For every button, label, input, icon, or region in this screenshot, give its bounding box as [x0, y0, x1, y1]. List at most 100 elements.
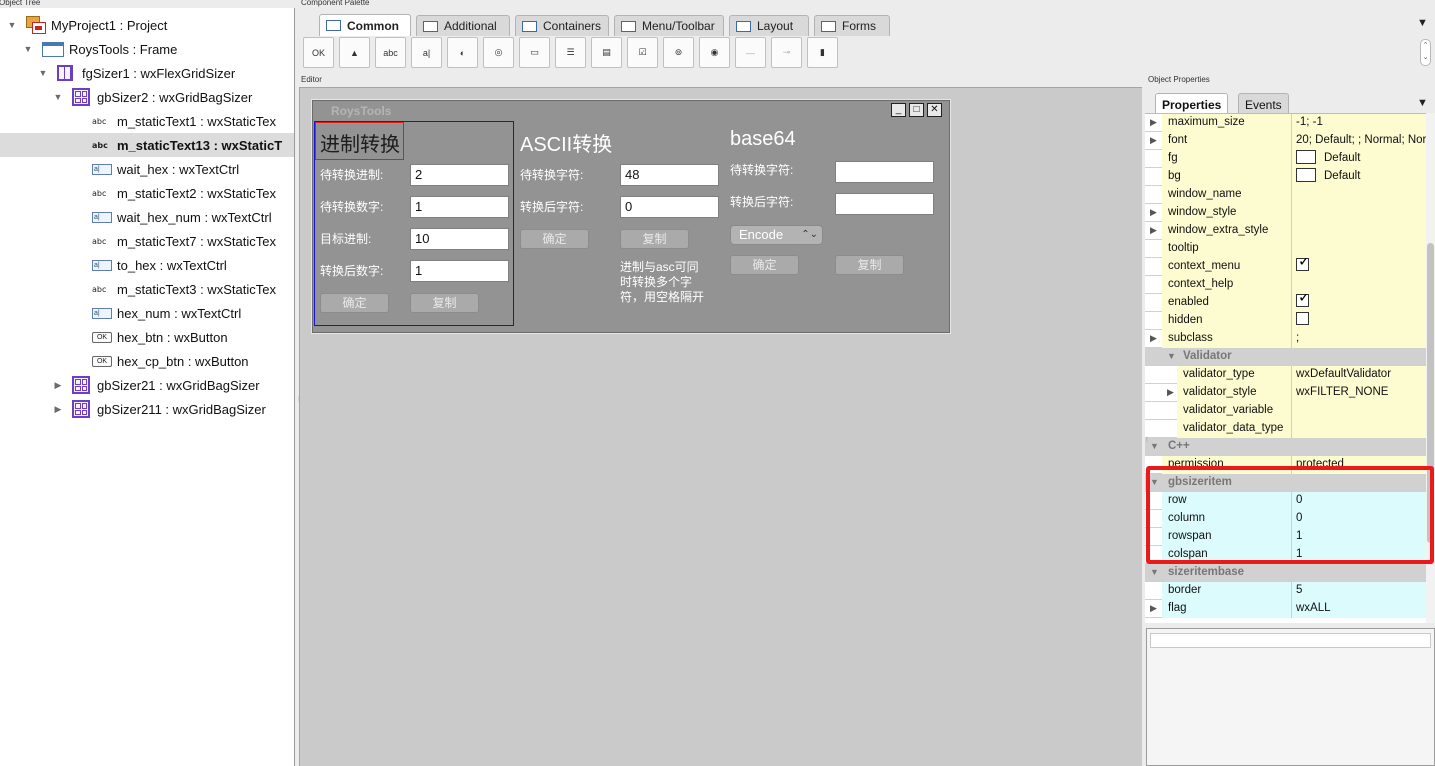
property-row-validator[interactable]: ▼ Validator — [1145, 348, 1426, 366]
property-row-window-extra-style[interactable]: ▶ window_extra_style — [1145, 222, 1426, 240]
tree-item[interactable]: ▼ gbSizer2 : wxGridBagSizer — [0, 85, 294, 109]
text-ctrl-tool-icon[interactable]: a| — [411, 37, 442, 68]
base64-confirm-button[interactable]: 确定 — [730, 255, 799, 275]
ascii-copy-button[interactable]: 复制 — [620, 229, 689, 249]
property-row-hidden[interactable]: hidden — [1145, 312, 1426, 330]
label-base64-result[interactable]: 转换后字符: — [730, 193, 793, 210]
to-hex-input[interactable]: 10 — [410, 228, 509, 250]
property-row-sizeritembase[interactable]: ▼ sizeritembase — [1145, 564, 1426, 582]
property-value[interactable]: -1; -1 — [1292, 114, 1426, 132]
collapse-arrow-icon[interactable]: ▼ — [1150, 438, 1160, 455]
tab-properties[interactable]: Properties — [1155, 93, 1229, 113]
property-value[interactable]: wxDefaultValidator — [1292, 366, 1426, 384]
collapse-arrow-icon[interactable] — [69, 283, 81, 295]
property-value[interactable] — [1292, 204, 1426, 222]
property-value[interactable] — [1292, 402, 1426, 420]
maximize-icon[interactable]: □ — [909, 103, 924, 117]
tab-additional[interactable]: Additional — [416, 15, 510, 36]
close-icon[interactable]: ✕ — [927, 103, 942, 117]
hex-num-input[interactable]: 1 — [410, 260, 509, 282]
collapse-arrow-icon[interactable] — [69, 211, 81, 223]
static-line-tool-icon[interactable]: — — [735, 37, 766, 68]
base64-result-input[interactable] — [835, 193, 934, 215]
property-row-window-name[interactable]: window_name — [1145, 186, 1426, 204]
property-value[interactable] — [1292, 276, 1426, 294]
property-row-border[interactable]: border 5 — [1145, 582, 1426, 600]
expand-arrow-icon[interactable]: ▶ — [1150, 600, 1160, 617]
tree-item[interactable]: a| wait_hex : wxTextCtrl — [0, 157, 294, 181]
collapse-arrow-icon[interactable]: ▼ — [1167, 348, 1177, 365]
collapse-arrow-icon[interactable] — [69, 235, 81, 247]
tab-forms[interactable]: Forms — [814, 15, 890, 36]
property-value[interactable]: ; — [1292, 330, 1426, 348]
tab-menu-toolbar[interactable]: Menu/Toolbar — [614, 15, 724, 36]
static-text-tool-icon[interactable]: abc — [375, 37, 406, 68]
encode-choice[interactable]: Encode ⌃⌄ — [730, 225, 823, 245]
property-value[interactable] — [1292, 186, 1426, 204]
property-row-validator-style[interactable]: ▶ validator_style wxFILTER_NONE — [1145, 384, 1426, 402]
palette-menu-arrow-icon[interactable]: ▼ — [1417, 17, 1428, 29]
expand-arrow-icon[interactable]: ▶ — [1150, 222, 1160, 239]
expand-arrow-icon[interactable]: ▶ — [52, 403, 64, 415]
tree-item[interactable]: ▶ gbSizer211 : wxGridBagSizer — [0, 397, 294, 421]
property-row-validator-type[interactable]: validator_type wxDefaultValidator — [1145, 366, 1426, 384]
label-ascii-source[interactable]: 待转换字符: — [520, 166, 583, 183]
property-row-context-help[interactable]: context_help — [1145, 276, 1426, 294]
ascii-result-input[interactable]: 0 — [620, 196, 719, 218]
collapse-arrow-icon[interactable]: ▼ — [22, 43, 34, 55]
property-row-c-[interactable]: ▼ C++ — [1145, 438, 1426, 456]
collapse-arrow-icon[interactable] — [69, 115, 81, 127]
combo-box-tool-icon[interactable]: ◎ — [483, 37, 514, 68]
object-tree[interactable]: ▼ MyProject1 : Project ▼ RoysTools : Frame ▼… — [0, 8, 295, 766]
tree-item[interactable]: a| to_hex : wxTextCtrl — [0, 253, 294, 277]
expand-arrow-icon[interactable]: ▶ — [52, 379, 64, 391]
minimize-icon[interactable]: _ — [891, 103, 906, 117]
property-row-tooltip[interactable]: tooltip — [1145, 240, 1426, 258]
wait-hex-input[interactable]: 2 — [410, 164, 509, 186]
property-value[interactable]: Default — [1292, 168, 1426, 186]
collapse-arrow-icon[interactable]: ▼ — [37, 67, 49, 79]
slider-tool-icon[interactable]: ⊸ — [771, 37, 802, 68]
property-row-validator-variable[interactable]: validator_variable — [1145, 402, 1426, 420]
color-swatch[interactable] — [1296, 150, 1316, 164]
property-row-validator-data-type[interactable]: validator_data_type — [1145, 420, 1426, 438]
property-value[interactable]: 20; Default; ; Normal; Normal — [1292, 132, 1426, 150]
expand-arrow-icon[interactable]: ▶ — [1150, 330, 1160, 347]
tree-item[interactable]: a| wait_hex_num : wxTextCtrl — [0, 205, 294, 229]
tree-item[interactable]: abc m_staticText3 : wxStaticTex — [0, 277, 294, 301]
conversion-note[interactable]: 进制与asc可同时转换多个字符，用空格隔开 — [620, 260, 704, 305]
property-value[interactable]: ✓ — [1292, 294, 1426, 312]
tree-item[interactable]: ▼ fgSizer1 : wxFlexGridSizer — [0, 61, 294, 85]
property-value[interactable]: wxFILTER_NONE — [1292, 384, 1426, 402]
collapse-arrow-icon[interactable] — [69, 331, 81, 343]
property-value[interactable] — [1292, 240, 1426, 258]
property-value[interactable]: ✓ — [1292, 258, 1426, 276]
property-row-context-menu[interactable]: context_menu ✓ — [1145, 258, 1426, 276]
bitmap-button-tool-icon[interactable]: ▲ — [339, 37, 370, 68]
static-bitmap-tool-icon[interactable]: ◐ — [447, 37, 478, 68]
label-source-base[interactable]: 待转换进制: — [320, 166, 383, 183]
expand-arrow-icon[interactable]: ▶ — [1150, 132, 1160, 149]
base64-source-input[interactable] — [835, 161, 934, 183]
collapse-arrow-icon[interactable] — [69, 163, 81, 175]
tree-item[interactable]: a| hex_num : wxTextCtrl — [0, 301, 294, 325]
choice-tool-icon[interactable]: ▭ — [519, 37, 550, 68]
property-value[interactable] — [1292, 420, 1426, 438]
tab-layout[interactable]: Layout — [729, 15, 809, 36]
tab-events[interactable]: Events — [1238, 93, 1289, 113]
collapse-arrow-icon[interactable]: ▼ — [6, 19, 18, 31]
button-tool-icon[interactable]: OK — [303, 37, 334, 68]
property-row-fg[interactable]: fg Default — [1145, 150, 1426, 168]
properties-menu-arrow-icon[interactable]: ▼ — [1417, 97, 1428, 109]
expand-arrow-icon[interactable]: ▶ — [1150, 114, 1160, 131]
right-splitter-handle[interactable]: ⋮ — [1144, 436, 1150, 443]
tree-item[interactable]: OK hex_cp_btn : wxButton — [0, 349, 294, 373]
base64-copy-button[interactable]: 复制 — [835, 255, 904, 275]
property-value[interactable] — [1292, 312, 1426, 330]
checkbox[interactable] — [1296, 312, 1309, 326]
property-row-bg[interactable]: bg Default — [1145, 168, 1426, 186]
collapse-arrow-icon[interactable] — [69, 259, 81, 271]
list-ctrl-tool-icon[interactable]: ▤ — [591, 37, 622, 68]
collapse-arrow-icon[interactable] — [69, 187, 81, 199]
ascii-source-input[interactable]: 48 — [620, 164, 719, 186]
